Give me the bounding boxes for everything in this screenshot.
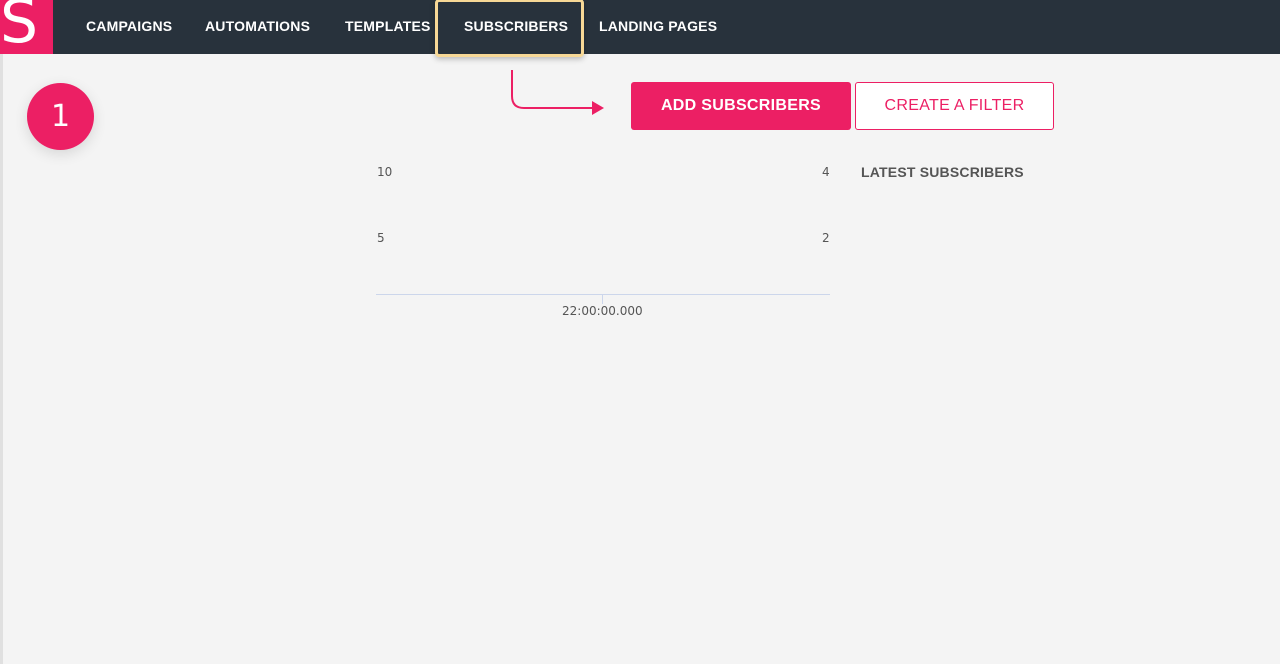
nav-item-automations[interactable]: AUTOMATIONS	[205, 0, 310, 54]
nav-item-subscribers[interactable]: SUBSCRIBERS	[464, 0, 568, 54]
nav-item-campaigns[interactable]: CAMPAIGNS	[86, 0, 172, 54]
chart-left-axis-tick: 5	[377, 231, 385, 245]
chart-right-axis-tick: 4	[822, 165, 830, 179]
app-logo[interactable]: S	[0, 0, 53, 54]
latest-subscribers-heading: LATEST SUBSCRIBERS	[861, 164, 1024, 180]
chart-x-axis-tick-mark	[602, 294, 603, 304]
create-filter-button[interactable]: CREATE A FILTER	[855, 82, 1054, 130]
nav-item-landing-pages[interactable]: LANDING PAGES	[599, 0, 717, 54]
chart-right-axis-tick: 2	[822, 231, 830, 245]
chart-left-axis-tick: 10	[377, 165, 393, 179]
left-edge-divider	[0, 54, 3, 664]
tutorial-step-badge: 1	[27, 83, 94, 150]
top-navigation-bar: S CAMPAIGNS AUTOMATIONS TEMPLATES SUBSCR…	[0, 0, 1280, 57]
nav-item-templates[interactable]: TEMPLATES	[345, 0, 431, 54]
chart-x-axis-line	[376, 294, 830, 295]
logo-letter: S	[0, 0, 39, 54]
add-subscribers-button[interactable]: ADD SUBSCRIBERS	[631, 82, 851, 130]
chart-x-axis-tick-label: 22:00:00.000	[562, 304, 643, 318]
tutorial-arrow-icon	[511, 70, 604, 115]
